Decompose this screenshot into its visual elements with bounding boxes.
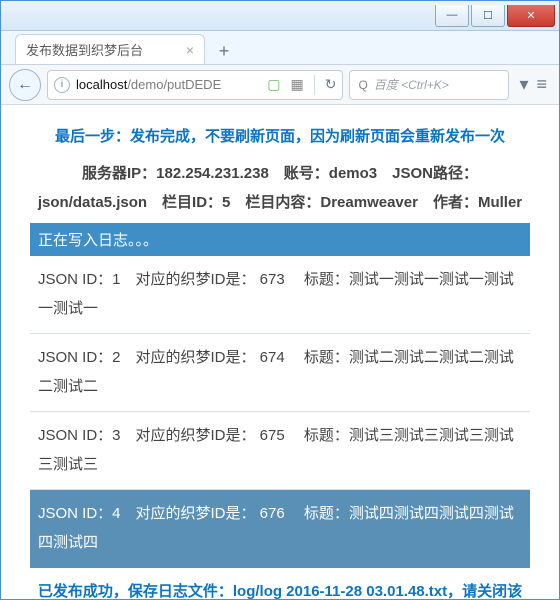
- window-titlebar: — ☐ ✕: [1, 1, 559, 31]
- new-tab-button[interactable]: +: [211, 38, 237, 64]
- browser-tab[interactable]: 发布数据到织梦后台 ×: [15, 34, 205, 64]
- site-info-icon[interactable]: i: [54, 77, 70, 93]
- log-writing-banner: 正在写入日志。。。: [30, 223, 530, 256]
- tab-close-icon[interactable]: ×: [178, 42, 194, 58]
- minimize-button[interactable]: —: [435, 5, 469, 27]
- log-rows: JSON ID：1 对应的织梦ID是： 673 标题：测试一测试一测试一测试一测…: [30, 256, 530, 568]
- browser-window: — ☐ ✕ 发布数据到织梦后台 × + ← i localhost /demo/…: [0, 0, 560, 600]
- menu-icon[interactable]: ≡: [536, 74, 547, 95]
- back-button[interactable]: ←: [9, 69, 41, 101]
- reload-icon[interactable]: ↻: [325, 76, 337, 93]
- separator: [314, 75, 315, 95]
- log-row: JSON ID：1 对应的织梦ID是： 673 标题：测试一测试一测试一测试一测…: [30, 256, 530, 334]
- close-button[interactable]: ✕: [507, 5, 555, 27]
- done-message: 已发布成功，保存日志文件：log/log 2016-11-28 03.01.48…: [30, 568, 530, 599]
- url-path: /demo/putDEDE: [127, 77, 221, 92]
- search-box[interactable]: Q 百度 <Ctrl+K>: [349, 70, 509, 100]
- search-engine-icon: Q: [358, 78, 367, 92]
- bookmarks-icon[interactable]: ▾: [519, 74, 528, 95]
- log-row: JSON ID：4 对应的织梦ID是： 676 标题：测试四测试四测试四测试四测…: [30, 490, 530, 568]
- maximize-button[interactable]: ☐: [471, 5, 505, 27]
- toolbar-right: ▾ ≡: [515, 74, 551, 95]
- window-controls: — ☐ ✕: [433, 5, 555, 27]
- browser-toolbar: ← i localhost /demo/putDEDE ▢ ▦ ↻ Q 百度 <…: [1, 65, 559, 105]
- search-placeholder: 百度 <Ctrl+K>: [374, 76, 449, 93]
- shield-icon[interactable]: ▢: [267, 76, 280, 93]
- address-bar[interactable]: i localhost /demo/putDEDE ▢ ▦ ↻: [47, 70, 343, 100]
- publish-meta: 服务器IP：182.254.231.238 账号：demo3 JSON路径：js…: [30, 160, 530, 223]
- arrow-left-icon: ←: [17, 76, 33, 94]
- url-host: localhost: [76, 77, 127, 92]
- log-row: JSON ID：3 对应的织梦ID是： 675 标题：测试三测试三测试三测试三测…: [30, 412, 530, 490]
- tab-strip: 发布数据到织梦后台 × +: [1, 31, 559, 65]
- log-row: JSON ID：2 对应的织梦ID是： 674 标题：测试二测试二测试二测试二测…: [30, 334, 530, 412]
- page-viewport: 最后一步：发布完成，不要刷新页面，因为刷新页面会重新发布一次 服务器IP：182…: [1, 105, 559, 599]
- tab-title: 发布数据到织梦后台: [26, 40, 143, 59]
- headline: 最后一步：发布完成，不要刷新页面，因为刷新页面会重新发布一次: [30, 117, 530, 160]
- qr-icon[interactable]: ▦: [290, 76, 303, 93]
- page-content: 最后一步：发布完成，不要刷新页面，因为刷新页面会重新发布一次 服务器IP：182…: [30, 117, 530, 599]
